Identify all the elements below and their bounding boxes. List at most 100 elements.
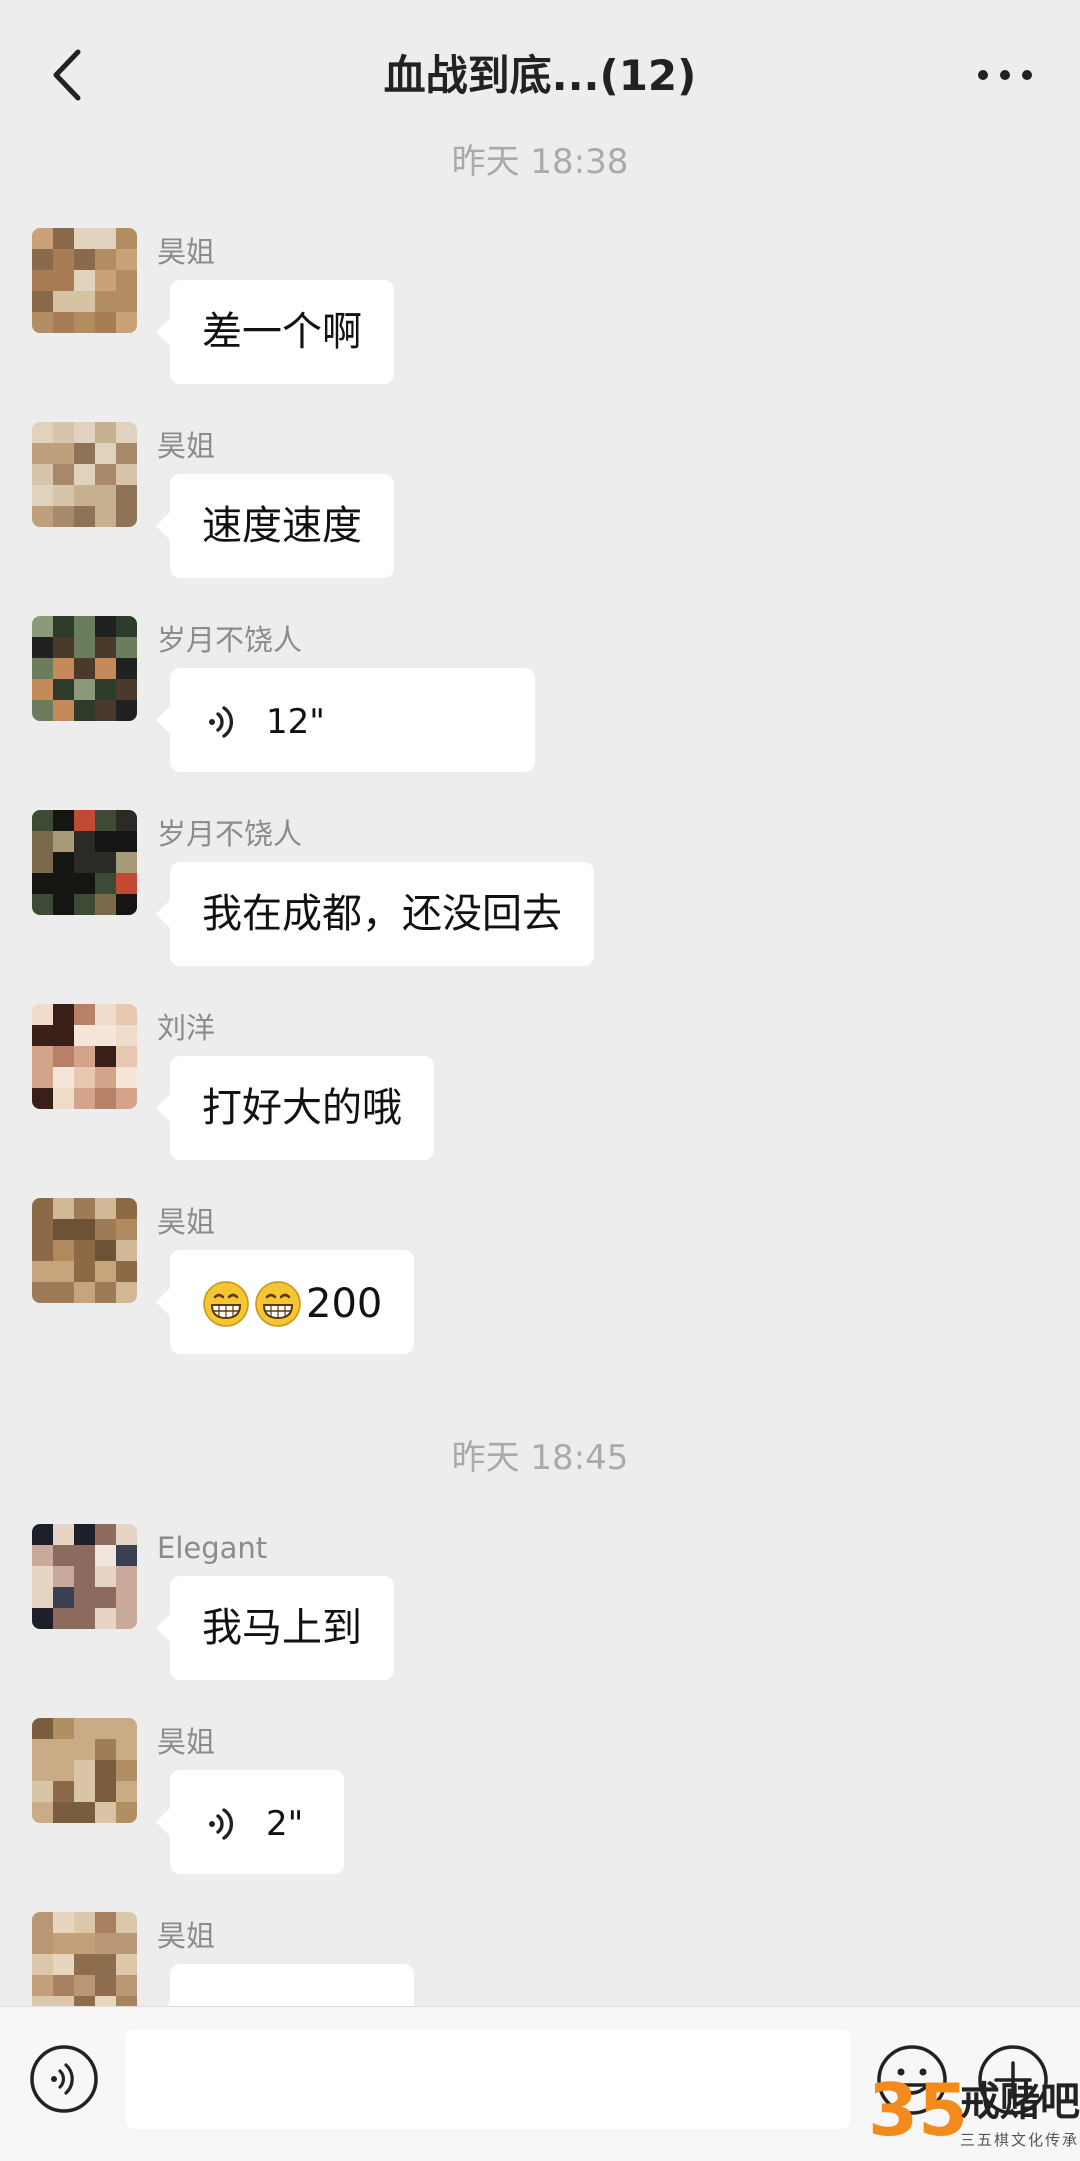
- avatar-mosaic-tile: [95, 1933, 116, 1954]
- avatar-mosaic-tile: [32, 810, 53, 831]
- sender-name: 昊姐: [157, 1725, 216, 1759]
- message-bubble[interactable]: 我在成都，还没回去: [156, 862, 594, 966]
- avatar-mosaic-tile: [32, 506, 53, 527]
- avatar-mosaic-tile: [74, 291, 95, 312]
- avatar-mosaic-tile: [74, 1240, 95, 1261]
- avatar[interactable]: [32, 1524, 137, 1629]
- avatar-mosaic-tile: [53, 1524, 74, 1545]
- avatar-mosaic-tile: [32, 1025, 53, 1046]
- avatar[interactable]: [32, 1718, 137, 1823]
- avatar-mosaic-tile: [74, 1219, 95, 1240]
- avatar-mosaic-tile: [53, 831, 74, 852]
- avatar-mosaic-tile: [74, 1545, 95, 1566]
- avatar-mosaic-tile: [116, 1198, 137, 1219]
- avatar-mosaic-tile: [74, 464, 95, 485]
- avatar-mosaic-tile: [95, 1240, 116, 1261]
- avatar-mosaic-tile: [116, 1718, 137, 1739]
- avatar-mosaic-tile: [74, 1198, 95, 1219]
- avatar-mosaic-tile: [53, 312, 74, 333]
- sender-name: 岁月不饶人: [157, 623, 303, 657]
- message-timestamp: 昨天 18:45: [451, 1438, 629, 1478]
- avatar-mosaic-tile: [32, 1933, 53, 1954]
- avatar-mosaic-tile: [74, 443, 95, 464]
- message-bubble[interactable]: 差一个啊: [156, 280, 394, 384]
- avatar-mosaic-tile: [116, 270, 137, 291]
- avatar-mosaic-tile: [32, 1240, 53, 1261]
- avatar-mosaic-tile: [74, 1608, 95, 1629]
- avatar[interactable]: [32, 810, 137, 915]
- watermark-logo: 35 戒赌吧 三五棋文化传承: [868, 2070, 1080, 2160]
- avatar[interactable]: [32, 616, 137, 721]
- avatar-mosaic-tile: [53, 228, 74, 249]
- avatar-mosaic-tile: [95, 1566, 116, 1587]
- avatar-mosaic-tile: [116, 1219, 137, 1240]
- avatar-mosaic-tile: [74, 637, 95, 658]
- avatar-mosaic-tile: [32, 1587, 53, 1608]
- avatar[interactable]: [32, 422, 137, 527]
- avatar-mosaic-tile: [116, 1608, 137, 1629]
- avatar-mosaic-tile: [116, 1954, 137, 1975]
- avatar-mosaic-tile: [95, 312, 116, 333]
- avatar-mosaic-tile: [53, 443, 74, 464]
- avatar-mosaic-tile: [74, 1025, 95, 1046]
- message-bubble[interactable]: 我马上到: [156, 1576, 394, 1680]
- avatar-mosaic-tile: [74, 1282, 95, 1303]
- avatar-mosaic-tile: [116, 485, 137, 506]
- avatar-mosaic-tile: [74, 312, 95, 333]
- avatar[interactable]: [32, 1198, 137, 1303]
- avatar[interactable]: [32, 1004, 137, 1109]
- avatar-mosaic-tile: [116, 873, 137, 894]
- avatar[interactable]: [32, 1912, 137, 2017]
- avatar-mosaic-tile: [95, 443, 116, 464]
- voice-mode-icon: [30, 2045, 98, 2113]
- avatar-mosaic-tile: [53, 1933, 74, 1954]
- sender-name: 岁月不饶人: [157, 817, 303, 851]
- avatar-mosaic-tile: [116, 464, 137, 485]
- avatar-mosaic-tile: [116, 1587, 137, 1608]
- voice-mode-button[interactable]: [28, 2043, 100, 2115]
- avatar-mosaic-tile: [53, 1760, 74, 1781]
- avatar-mosaic-tile: [74, 1912, 95, 1933]
- avatar-mosaic-tile: [95, 616, 116, 637]
- message-bubble[interactable]: 打好大的哦: [156, 1056, 434, 1160]
- avatar-mosaic-tile: [32, 1802, 53, 1823]
- avatar-mosaic-tile: [32, 270, 53, 291]
- avatar-mosaic-tile: [116, 831, 137, 852]
- more-button[interactable]: [970, 45, 1040, 105]
- avatar-mosaic-tile: [116, 616, 137, 637]
- voice-message-bubble[interactable]: 2": [156, 1770, 344, 1874]
- avatar-mosaic-tile: [32, 1004, 53, 1025]
- avatar[interactable]: [32, 228, 137, 333]
- avatar-mosaic-tile: [53, 422, 74, 443]
- message-bubble[interactable]: 200: [155, 1250, 415, 1354]
- sender-name: 昊姐: [157, 429, 216, 463]
- avatar-mosaic-tile: [116, 1566, 137, 1587]
- grin-emoji-icon: [203, 1281, 249, 1327]
- avatar-mosaic-tile: [53, 1282, 74, 1303]
- message-input[interactable]: [126, 2029, 850, 2129]
- avatar-mosaic-tile: [53, 894, 74, 915]
- avatar-mosaic-tile: [32, 249, 53, 270]
- avatar-mosaic-tile: [53, 249, 74, 270]
- avatar-mosaic-tile: [32, 1067, 53, 1088]
- avatar-mosaic-tile: [32, 1088, 53, 1109]
- avatar-mosaic-tile: [53, 637, 74, 658]
- avatar-mosaic-tile: [32, 658, 53, 679]
- avatar-mosaic-tile: [116, 1261, 137, 1282]
- avatar-mosaic-tile: [53, 616, 74, 637]
- avatar-mosaic-tile: [53, 700, 74, 721]
- avatar-mosaic-tile: [53, 1219, 74, 1240]
- avatar-mosaic-tile: [53, 1739, 74, 1760]
- watermark-number: 35: [868, 2068, 969, 2152]
- avatar-mosaic-tile: [116, 506, 137, 527]
- message-bubble[interactable]: 速度速度: [156, 474, 394, 578]
- avatar-mosaic-tile: [32, 1760, 53, 1781]
- avatar-mosaic-tile: [95, 1739, 116, 1760]
- sender-name: 昊姐: [157, 235, 216, 269]
- avatar-mosaic-tile: [53, 1088, 74, 1109]
- ellipsis-icon: [978, 70, 1032, 80]
- avatar-mosaic-tile: [95, 1781, 116, 1802]
- voice-message-bubble[interactable]: 12": [156, 668, 535, 772]
- avatar-mosaic-tile: [95, 1912, 116, 1933]
- avatar-mosaic-tile: [53, 1781, 74, 1802]
